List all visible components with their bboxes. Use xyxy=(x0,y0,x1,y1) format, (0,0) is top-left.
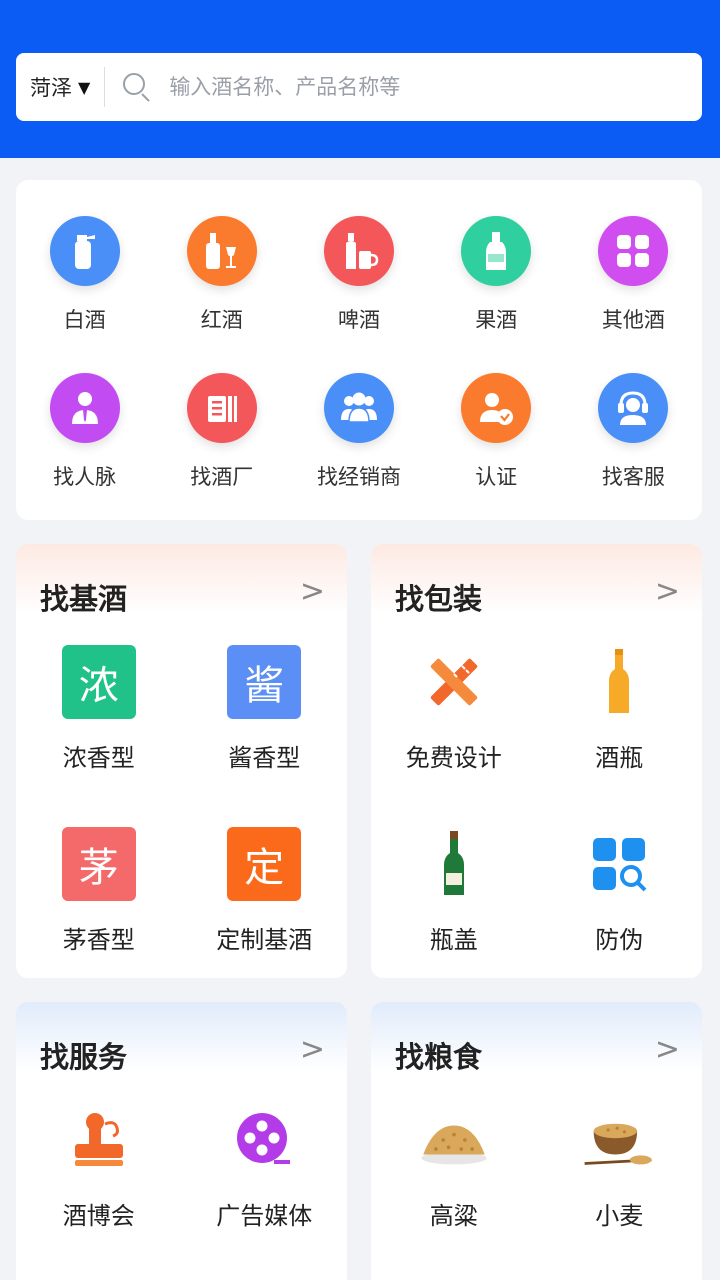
category-find-contacts[interactable]: 找人脉 xyxy=(16,373,153,530)
chevron-right-icon[interactable]: > xyxy=(655,1032,680,1067)
city-label: 菏泽 xyxy=(30,76,72,100)
services-item-media[interactable]: 广告媒体 xyxy=(182,1102,348,1280)
packaging-item-anticounterfeit[interactable]: 防伪 xyxy=(537,826,703,978)
stamp-icon xyxy=(61,1102,137,1178)
base-liquor-item-jiangxiang[interactable]: 酱 酱香型 xyxy=(182,644,348,826)
item-label: 酒博会 xyxy=(62,1202,135,1230)
category-label: 其他酒 xyxy=(601,308,665,332)
chevron-right-icon[interactable]: > xyxy=(300,574,325,609)
category-label: 找酒厂 xyxy=(190,465,254,489)
design-tools-icon xyxy=(416,644,492,720)
people-icon xyxy=(323,373,394,443)
wine-bottle-glass-icon xyxy=(186,216,257,286)
item-label: 酱香型 xyxy=(228,744,301,772)
sorghum-bowl-icon xyxy=(416,1102,492,1178)
packaging-item-cap[interactable]: 瓶盖 xyxy=(371,826,537,978)
beer-bottle-mug-icon xyxy=(323,216,394,286)
category-label: 找经销商 xyxy=(316,465,401,489)
category-find-distillery[interactable]: 找酒厂 xyxy=(153,373,290,530)
header-bar: 菏泽 ▼ xyxy=(0,0,720,158)
category-customer-service[interactable]: 找客服 xyxy=(565,373,702,530)
category-label: 认证 xyxy=(475,465,518,489)
search-input[interactable] xyxy=(169,75,630,99)
panel-packaging: 找包装 > 免费设计 酒瓶 瓶盖 防伪 xyxy=(371,544,702,978)
anti-counterfeit-icon xyxy=(581,826,657,902)
grain-item-sorghum[interactable]: 高粱 xyxy=(371,1102,537,1280)
category-find-dealers[interactable]: 找经销商 xyxy=(290,373,427,530)
grain-item-wheat[interactable]: 小麦 xyxy=(537,1102,703,1280)
base-liquor-item-maoxiang[interactable]: 茅 茅香型 xyxy=(16,826,182,978)
wheat-bowl-icon xyxy=(581,1102,657,1178)
panel-title: 找基酒 xyxy=(40,582,128,616)
headset-agent-icon xyxy=(598,373,669,443)
film-reel-icon xyxy=(226,1102,302,1178)
category-label: 找人脉 xyxy=(53,465,117,489)
item-label: 茅香型 xyxy=(62,926,135,954)
category-red-wine[interactable]: 红酒 xyxy=(153,216,290,373)
panel-title: 找服务 xyxy=(40,1040,128,1074)
ding-glyph-icon: 定 xyxy=(227,827,302,901)
category-other[interactable]: 其他酒 xyxy=(565,216,702,373)
bottle-icon xyxy=(581,644,657,720)
baijiu-bottle-icon xyxy=(49,216,120,286)
item-label: 免费设计 xyxy=(405,744,502,772)
item-label: 浓香型 xyxy=(62,744,135,772)
item-label: 小麦 xyxy=(595,1202,644,1230)
item-label: 防伪 xyxy=(595,926,644,954)
caret-down-icon: ▼ xyxy=(78,77,91,97)
search-bar: 菏泽 ▼ xyxy=(16,53,702,121)
factory-icon xyxy=(186,373,257,443)
panel-services: 找服务 > 酒博会 广告媒体 xyxy=(16,1002,347,1280)
base-liquor-item-custom[interactable]: 定 定制基酒 xyxy=(182,826,348,978)
person-tie-icon xyxy=(49,373,120,443)
packaging-item-design[interactable]: 免费设计 xyxy=(371,644,537,826)
category-label: 果酒 xyxy=(475,308,518,332)
category-label: 白酒 xyxy=(63,308,106,332)
category-beer[interactable]: 啤酒 xyxy=(290,216,427,373)
panel-base-liquor: 找基酒 > 浓 浓香型 酱 酱香型 茅 茅香型 定 定制基酒 xyxy=(16,544,347,978)
category-label: 红酒 xyxy=(200,308,243,332)
mao-glyph-icon: 茅 xyxy=(61,827,136,901)
green-bottle-icon xyxy=(416,826,492,902)
category-baijiu[interactable]: 白酒 xyxy=(16,216,153,373)
item-label: 定制基酒 xyxy=(216,926,313,954)
item-label: 广告媒体 xyxy=(216,1202,313,1230)
search-icon xyxy=(123,73,151,102)
category-label: 找客服 xyxy=(601,465,665,489)
category-fruit-wine[interactable]: 果酒 xyxy=(428,216,565,373)
chevron-right-icon[interactable]: > xyxy=(300,1032,325,1067)
item-label: 瓶盖 xyxy=(429,926,478,954)
item-label: 高粱 xyxy=(429,1202,478,1230)
category-label: 啤酒 xyxy=(337,308,380,332)
category-certification[interactable]: 认证 xyxy=(428,373,565,530)
fruit-wine-bottle-icon xyxy=(461,216,532,286)
item-label: 酒瓶 xyxy=(595,744,644,772)
services-item-expo[interactable]: 酒博会 xyxy=(16,1102,182,1280)
packaging-item-bottle[interactable]: 酒瓶 xyxy=(537,644,703,826)
chevron-right-icon[interactable]: > xyxy=(655,574,680,609)
grid-icon xyxy=(598,216,669,286)
verified-user-icon xyxy=(461,373,532,443)
panel-grain: 找粮食 > 高粱 小麦 xyxy=(371,1002,702,1280)
base-liquor-item-nongxiang[interactable]: 浓 浓香型 xyxy=(16,644,182,826)
panel-title: 找粮食 xyxy=(395,1040,483,1074)
jiang-glyph-icon: 酱 xyxy=(227,645,302,719)
nong-glyph-icon: 浓 xyxy=(61,645,136,719)
panel-title: 找包装 xyxy=(395,582,483,616)
divider xyxy=(104,67,106,107)
city-selector[interactable]: 菏泽 ▼ xyxy=(16,53,90,121)
category-card: 白酒 红酒 啤酒 果酒 其他酒 找人脉 找酒厂 找经销商 认证 找客服 xyxy=(16,180,702,520)
